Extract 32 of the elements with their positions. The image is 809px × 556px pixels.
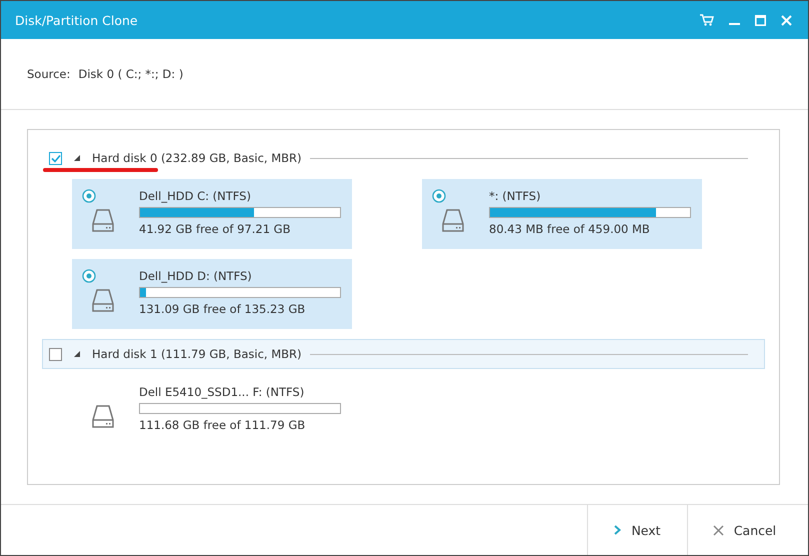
checkbox[interactable] <box>49 152 62 164</box>
source-label: Source: <box>27 67 70 81</box>
expand-triangle-icon[interactable] <box>74 155 80 161</box>
drive-icon <box>92 405 114 429</box>
drive-icon <box>92 209 114 233</box>
radio-button[interactable] <box>82 269 96 283</box>
cart-icon[interactable] <box>700 14 714 26</box>
partition-card[interactable]: Dell_HDD D: (NTFS) 131.09 GB free of 135.23 GB <box>72 259 352 329</box>
expand-triangle-icon[interactable] <box>74 351 80 357</box>
close-icon <box>712 524 724 536</box>
disk-label: Hard disk 0 (232.89 GB, Basic, MBR) <box>92 151 302 165</box>
drive-icon <box>92 289 114 313</box>
checkbox[interactable] <box>49 348 62 360</box>
partition-name: Dell_HDD C: (NTFS) <box>139 189 252 203</box>
free-space-text: 111.68 GB free of 111.79 GB <box>139 418 306 432</box>
chevron-icon <box>614 525 622 535</box>
free-space-text: 41.92 GB free of 97.21 GB <box>139 222 292 236</box>
free-space-text: 131.09 GB free of 135.23 GB <box>139 302 306 316</box>
partition-name: *: (NTFS) <box>489 189 542 203</box>
free-space-text: 80.43 MB free of 459.00 MB <box>489 222 651 236</box>
close-icon[interactable] <box>781 14 792 26</box>
partition-name: Dell E5410_SSD1... F: (NTFS) <box>139 385 306 399</box>
radio-button[interactable] <box>432 189 446 203</box>
maximize-icon[interactable] <box>755 14 766 26</box>
source-value: Disk 0 ( C:; *:; D: ) <box>78 67 184 81</box>
radio-button[interactable] <box>82 189 96 203</box>
partition-card[interactable]: *: (NTFS) 80.43 MB free of 459.00 MB <box>422 179 702 249</box>
disk-label: Hard disk 1 (111.79 GB, Basic, MBR) <box>92 347 302 361</box>
partition-card[interactable]: Dell_HDD C: (NTFS) 41.92 GB free of 97.21 GB <box>72 179 352 249</box>
partition-name: Dell_HDD D: (NTFS) <box>139 269 253 283</box>
window-title: Disk/Partition Clone <box>15 12 139 28</box>
drive-icon <box>442 209 464 233</box>
